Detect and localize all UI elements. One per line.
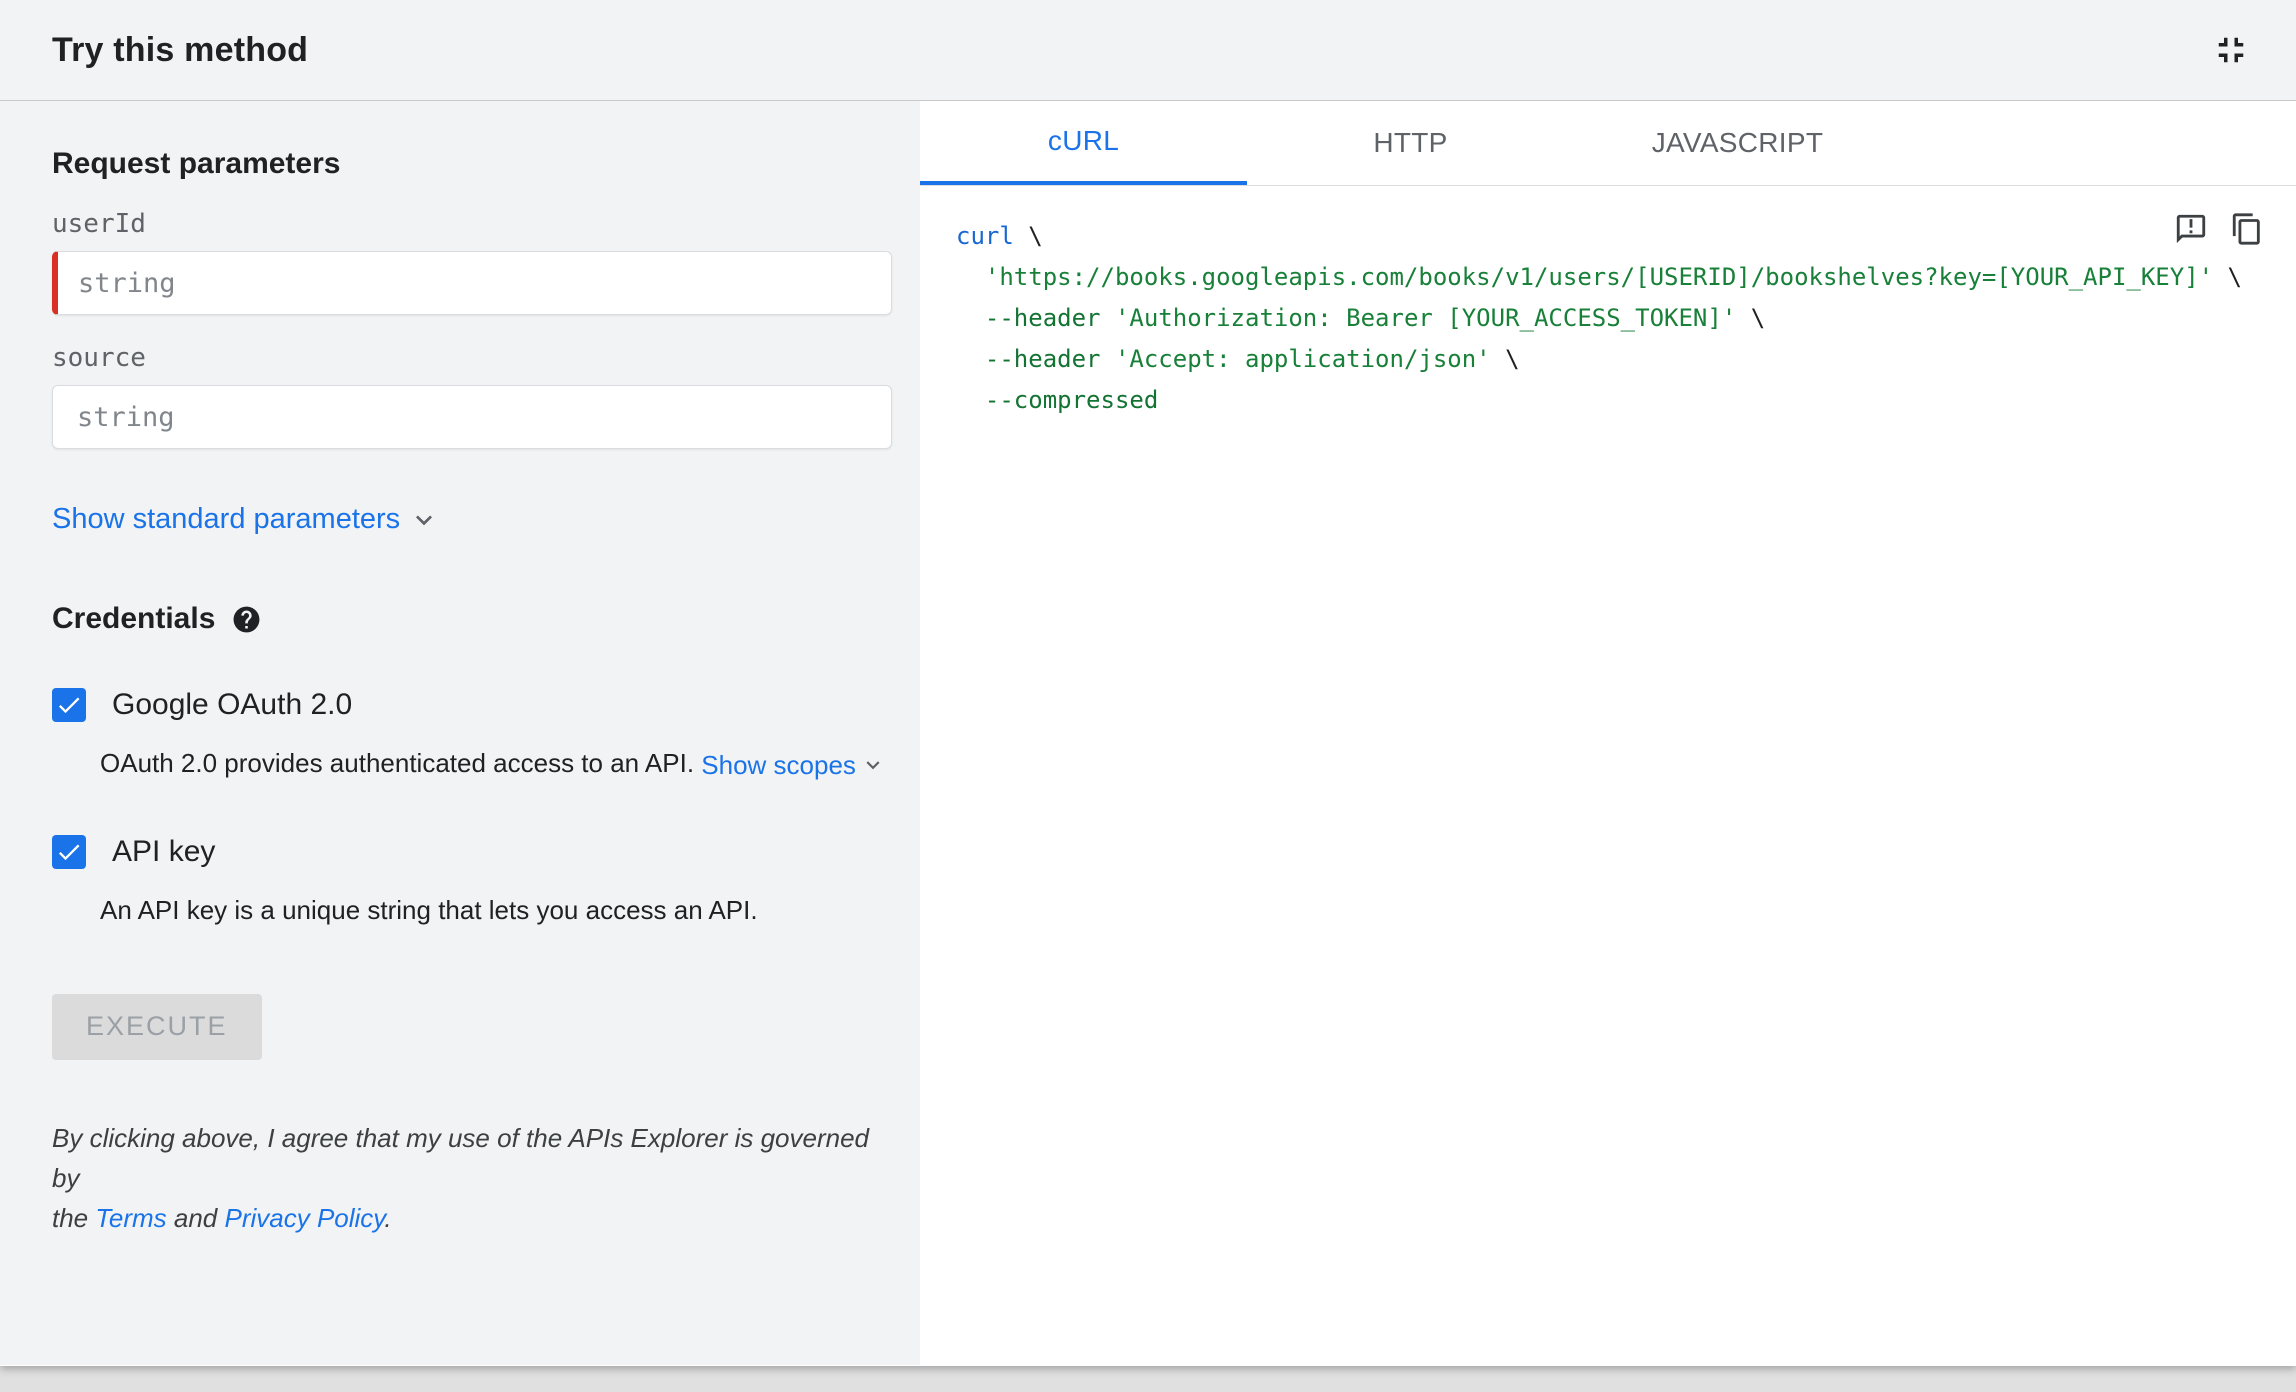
terms-link[interactable]: Terms	[95, 1203, 166, 1233]
code-line: curl \	[956, 216, 2266, 257]
code-panel: cURL HTTP JAVASCRIPT curl \ 'https://boo…	[920, 101, 2296, 1365]
code-line: --header 'Authorization: Bearer [YOUR_AC…	[956, 298, 2266, 339]
copy-code-button[interactable]	[2230, 212, 2264, 246]
panel-content: Request parameters userId source Show st…	[0, 101, 2296, 1365]
copy-icon	[2232, 213, 2260, 245]
oauth-description: OAuth 2.0 provides authenticated access …	[100, 746, 892, 783]
disclaimer-line1: By clicking above, I agree that my use o…	[52, 1122, 870, 1194]
code-token: \	[1490, 345, 1520, 373]
credentials-title: Credentials	[52, 602, 216, 635]
userid-input[interactable]	[52, 251, 892, 315]
code-line: 'https://books.googleapis.com/books/v1/u…	[956, 257, 2266, 298]
apikey-description: An API key is a unique string that lets …	[100, 894, 758, 925]
code-token: \	[2213, 263, 2242, 291]
disclaimer-text: By clicking above, I agree that my use o…	[52, 1118, 892, 1239]
fullscreen-exit-button[interactable]	[2210, 29, 2252, 71]
try-this-method-panel: Try this method Request parameters userI…	[0, 0, 2296, 1366]
fullscreen-exit-icon	[2218, 37, 2244, 63]
disclaimer-mid: and	[166, 1203, 225, 1234]
disclaimer-line2-pre: the	[52, 1203, 96, 1234]
code-block: curl \ 'https://books.googleapis.com/boo…	[956, 216, 2266, 421]
tab-curl[interactable]: cURL	[920, 101, 1247, 185]
userid-label: userId	[52, 209, 146, 239]
code-token: 'Authorization: Bearer [YOUR_ACCESS_TOKE…	[1114, 304, 1737, 332]
source-input[interactable]	[52, 385, 892, 449]
panel-header: Try this method	[0, 0, 2296, 101]
request-parameters-title: Request parameters	[52, 147, 341, 180]
code-token: 'https://books.googleapis.com/books/v1/u…	[984, 263, 2214, 291]
checkmark-icon	[58, 697, 80, 714]
report-issue-button[interactable]	[2174, 212, 2208, 246]
show-standard-parameters-link[interactable]: Show standard parameters	[52, 503, 440, 536]
apikey-checkbox[interactable]	[52, 834, 86, 869]
code-token: --header	[984, 345, 1101, 373]
credentials-header: Credentials	[52, 602, 892, 636]
code-token: curl	[956, 222, 1014, 250]
code-tabs: cURL HTTP JAVASCRIPT	[920, 101, 2296, 186]
page-title: Try this method	[52, 30, 309, 69]
code-actions	[2174, 212, 2264, 246]
code-line: --header 'Accept: application/json' \	[956, 339, 2266, 380]
source-label: source	[52, 343, 146, 373]
privacy-policy-link[interactable]: Privacy Policy	[224, 1203, 384, 1233]
apikey-checkbox-row[interactable]: API key	[52, 834, 216, 869]
execute-button[interactable]: EXECUTE	[52, 993, 262, 1060]
oauth-checkbox-label: Google OAuth 2.0	[112, 688, 353, 721]
code-area: curl \ 'https://books.googleapis.com/boo…	[920, 186, 2296, 1365]
oauth-description-text: OAuth 2.0 provides authenticated access …	[100, 748, 702, 778]
code-token: \	[1736, 304, 1766, 332]
checkmark-icon	[58, 844, 80, 860]
chevron-down-icon	[866, 761, 880, 770]
show-standard-parameters-label: Show standard parameters	[52, 503, 401, 535]
oauth-checkbox[interactable]	[52, 688, 86, 722]
tab-http[interactable]: HTTP	[1247, 101, 1574, 185]
show-scopes-label: Show scopes	[701, 749, 856, 780]
disclaimer-end: .	[384, 1203, 392, 1234]
code-token: --compressed	[984, 386, 1159, 414]
code-token: 'Accept: application/json'	[1114, 345, 1491, 373]
code-line: --compressed	[956, 380, 2266, 421]
show-scopes-link[interactable]: Show scopes	[701, 748, 886, 783]
code-token: --header	[984, 304, 1101, 332]
oauth-checkbox-row[interactable]: Google OAuth 2.0	[52, 688, 352, 722]
code-token: \	[1013, 222, 1043, 250]
credentials-help-button[interactable]	[231, 604, 262, 635]
chevron-down-icon	[416, 514, 433, 525]
feedback-icon	[2176, 214, 2206, 244]
request-panel: Request parameters userId source Show st…	[0, 101, 920, 1365]
help-icon	[233, 606, 260, 632]
userid-field-group: userId	[52, 209, 892, 315]
source-field-group: source	[52, 343, 892, 449]
tab-javascript[interactable]: JAVASCRIPT	[1574, 101, 1901, 185]
apikey-checkbox-label: API key	[112, 834, 216, 868]
